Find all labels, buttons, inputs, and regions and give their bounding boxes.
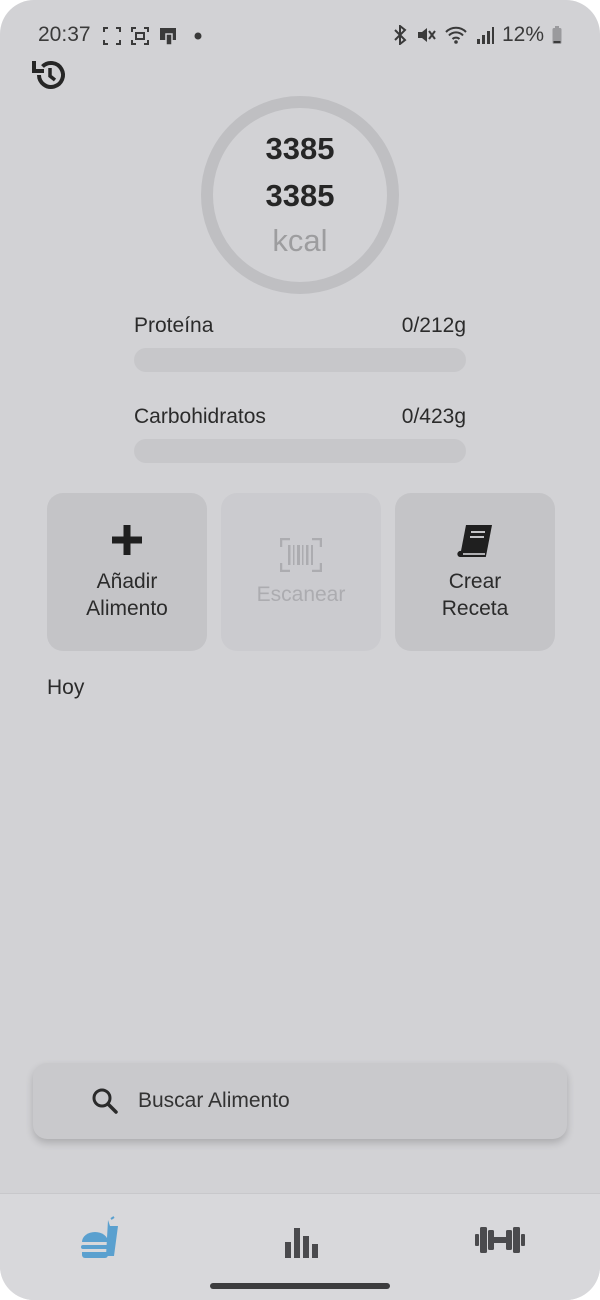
nav-item-stats[interactable] xyxy=(276,1216,324,1264)
nav-item-workouts[interactable] xyxy=(474,1216,525,1264)
screen-record-icon xyxy=(131,27,149,45)
macro-progress-bar xyxy=(134,439,466,463)
macro-amount: 0/212g xyxy=(401,314,466,337)
status-time: 20:37 xyxy=(38,23,91,46)
screenshot-frame-icon xyxy=(103,27,121,45)
history-icon xyxy=(32,61,65,89)
add-food-button[interactable]: Añadir Alimento xyxy=(47,493,207,651)
bluetooth-icon xyxy=(394,25,407,45)
macro-label: Proteína xyxy=(134,314,214,337)
scan-label: Escanear xyxy=(256,583,346,606)
macro-amount: 0/423g xyxy=(401,405,466,428)
dumbbell-icon xyxy=(475,1227,525,1253)
home-indicator[interactable] xyxy=(210,1283,390,1289)
calorie-ring: 3385 3385 kcal xyxy=(200,95,400,295)
nav-item-food[interactable] xyxy=(78,1216,126,1264)
create-recipe-label-line1: Crear xyxy=(448,570,502,593)
status-left-icons xyxy=(102,26,206,46)
macro-progress-bar xyxy=(134,348,466,372)
barcode-scan-icon xyxy=(280,538,322,572)
app-screen: 20:37 12% 3385 3385 kcal Proteína 0/212g… xyxy=(0,0,600,1300)
book-icon xyxy=(457,525,492,557)
macro-protein: Proteína 0/212g xyxy=(134,314,466,372)
mute-icon xyxy=(417,28,436,42)
calorie-target: 3385 xyxy=(265,178,335,213)
search-icon xyxy=(92,1088,118,1114)
status-right-icons: 12% xyxy=(392,23,562,47)
add-food-label-line2: Alimento xyxy=(86,597,168,620)
bar-chart-icon xyxy=(285,1228,318,1258)
macro-label: Carbohidratos xyxy=(134,405,266,428)
search-bar[interactable]: Buscar Alimento xyxy=(33,1063,567,1139)
add-food-label-line1: Añadir xyxy=(96,570,158,593)
phone-mirror-icon xyxy=(160,28,176,46)
battery-icon xyxy=(552,26,562,44)
signal-icon xyxy=(476,27,494,44)
history-button[interactable] xyxy=(30,55,70,95)
food-burger-drink-icon xyxy=(81,1216,118,1258)
dot-icon xyxy=(194,32,202,40)
section-title-today: Hoy xyxy=(47,676,85,699)
status-bar: 20:37 12% xyxy=(0,0,600,70)
battery-percent: 12% xyxy=(501,23,544,46)
wifi-icon xyxy=(445,26,467,44)
calorie-unit: kcal xyxy=(272,223,328,258)
search-placeholder: Buscar Alimento xyxy=(138,1089,290,1112)
macro-carbs: Carbohidratos 0/423g xyxy=(134,405,466,463)
create-recipe-label-line2: Receta xyxy=(441,597,509,620)
scan-button[interactable]: Escanear xyxy=(221,493,381,651)
create-recipe-button[interactable]: Crear Receta xyxy=(395,493,555,651)
calorie-consumed: 3385 xyxy=(265,131,335,166)
plus-icon xyxy=(112,525,142,555)
